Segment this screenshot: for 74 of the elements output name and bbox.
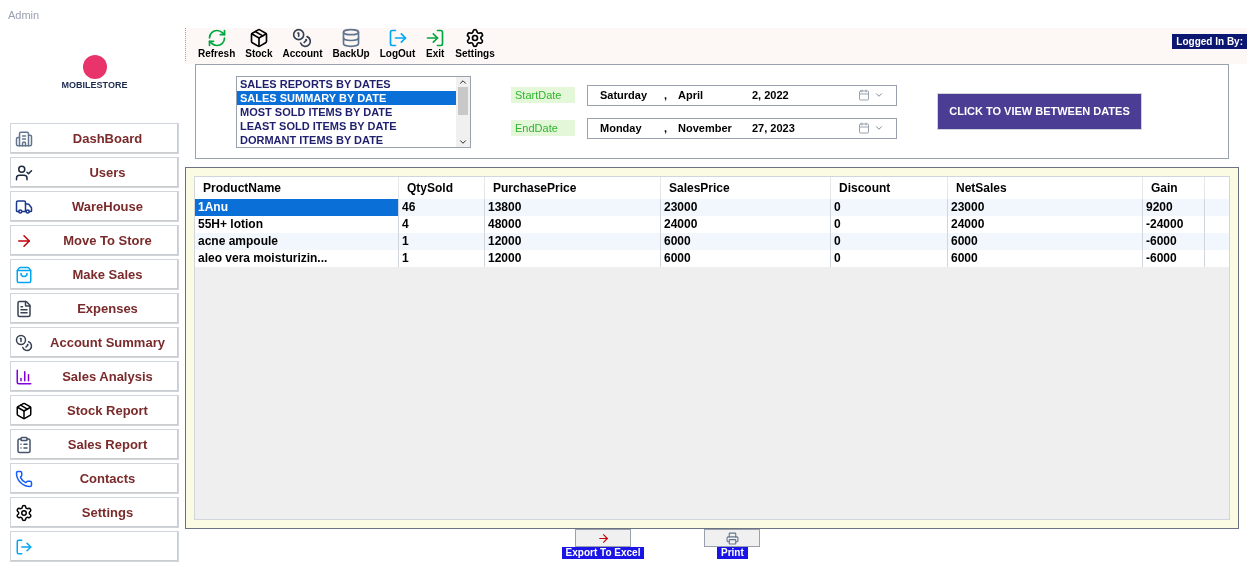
sidebar-button[interactable]: WareHouse <box>10 191 179 222</box>
arrow-icon <box>596 531 610 545</box>
table-cell: aleo vera moisturizin... <box>195 250 399 267</box>
logout-icon <box>387 28 408 48</box>
calendar-icon <box>858 122 870 134</box>
sidebar-button[interactable] <box>10 531 179 562</box>
view-between-dates-button[interactable]: CLICK TO VIEW BETWEEN DATES <box>937 93 1142 130</box>
coins-icon <box>292 28 313 48</box>
sidebar-button[interactable]: Expenses <box>10 293 179 324</box>
boxes-icon <box>15 401 33 420</box>
printer-icon <box>725 531 739 545</box>
date-label: StartDate <box>511 86 575 104</box>
table-cell: 12000 <box>485 250 661 267</box>
toolbar-button[interactable]: Settings <box>455 28 495 61</box>
sidebar-button[interactable]: Sales Report <box>10 429 179 460</box>
document-icon <box>15 299 33 318</box>
logged-in-label: Logged In By: <box>1172 34 1247 49</box>
hand-truck-icon <box>15 197 33 216</box>
list-item[interactable]: LEAST SOLD ITEMS BY DATE <box>237 118 456 133</box>
sidebar-button[interactable]: Users <box>10 157 179 188</box>
sidebar-button[interactable]: Contacts <box>10 463 179 494</box>
table-row[interactable]: 55H+ lotion 4 48000 24000 0 24000 -24000 <box>195 216 1229 233</box>
date-picker[interactable]: Saturday , April 2, 2022 <box>587 84 897 106</box>
sidebar-button[interactable]: Account Summary <box>10 327 179 358</box>
logo-mark-icon <box>82 54 107 79</box>
table-row[interactable]: 1Anu 46 13800 23000 0 23000 9200 <box>195 199 1229 216</box>
toolbar-button[interactable]: Account <box>282 28 323 61</box>
list-item[interactable]: DORMANT ITEMS BY DATE <box>237 132 456 147</box>
sidebar-button[interactable]: Make Sales <box>10 259 179 290</box>
database-icon <box>341 28 362 48</box>
bottom-button[interactable]: Export To Excel <box>561 529 645 559</box>
table-cell: -6000 <box>1143 250 1205 267</box>
building-icon <box>15 129 33 148</box>
phone-icon <box>15 469 33 488</box>
table-cell: 6000 <box>948 250 1143 267</box>
refresh-icon <box>206 28 227 48</box>
list-item[interactable]: SALES REPORTS BY DATES <box>237 76 456 91</box>
table-cell: 1 <box>399 250 485 267</box>
calendar-icon <box>858 89 870 101</box>
list-item[interactable]: SALES SUMMARY BY DATE <box>237 90 456 105</box>
exit-icon <box>425 28 446 48</box>
date-label: EndDate <box>511 119 575 137</box>
sidebar-button[interactable]: Settings <box>10 497 179 528</box>
logout-icon <box>15 537 33 556</box>
settings-icon <box>15 503 33 522</box>
toolbar-button[interactable]: LogOut <box>379 28 416 61</box>
sidebar-button[interactable]: Stock Report <box>10 395 179 426</box>
boxes-icon <box>248 28 269 48</box>
table-cell: 0 <box>831 250 948 267</box>
list-item[interactable]: MOST SOLD ITEMS BY DATE <box>237 104 456 119</box>
report-list[interactable]: SALES REPORTS BY DATES SALES SUMMARY BY DATE MOST SOLD ITEMS BY DATE LEAST SOLD ITEMS BY DATE DORMANT ITEMS BY DATE <box>236 75 471 148</box>
table-row[interactable]: acne ampoule 1 12000 6000 0 6000 -6000 <box>195 233 1229 250</box>
settings-icon <box>465 28 485 48</box>
table-cell: 6000 <box>661 250 831 267</box>
toolbar-button[interactable]: Refresh <box>198 28 236 61</box>
clipboard-icon <box>15 435 33 454</box>
toolbar-button[interactable]: Stock <box>245 28 273 61</box>
coins-icon <box>15 333 33 352</box>
date-picker[interactable]: Monday , November 27, 2023 <box>587 117 897 139</box>
chart-icon <box>15 367 33 386</box>
toolbar-button[interactable]: BackUp <box>332 28 370 61</box>
caret-icon <box>874 90 884 100</box>
scrollbar[interactable] <box>456 76 470 147</box>
sidebar-button[interactable]: Move To Store <box>10 225 179 256</box>
window-title: Admin <box>8 8 40 23</box>
sidebar-button[interactable]: Sales Analysis <box>10 361 179 392</box>
table-row[interactable]: aleo vera moisturizin... 1 12000 6000 0 6000 -6000 <box>195 250 1229 267</box>
logo-text: MOBILESTORE <box>61 78 128 92</box>
table-cell: 1Anu <box>195 199 399 216</box>
toolbar-button[interactable]: Exit <box>425 28 446 61</box>
caret-icon <box>874 123 884 133</box>
bag-icon <box>15 265 33 284</box>
user-icon <box>15 163 33 182</box>
sidebar-button[interactable]: DashBoard <box>10 123 179 154</box>
